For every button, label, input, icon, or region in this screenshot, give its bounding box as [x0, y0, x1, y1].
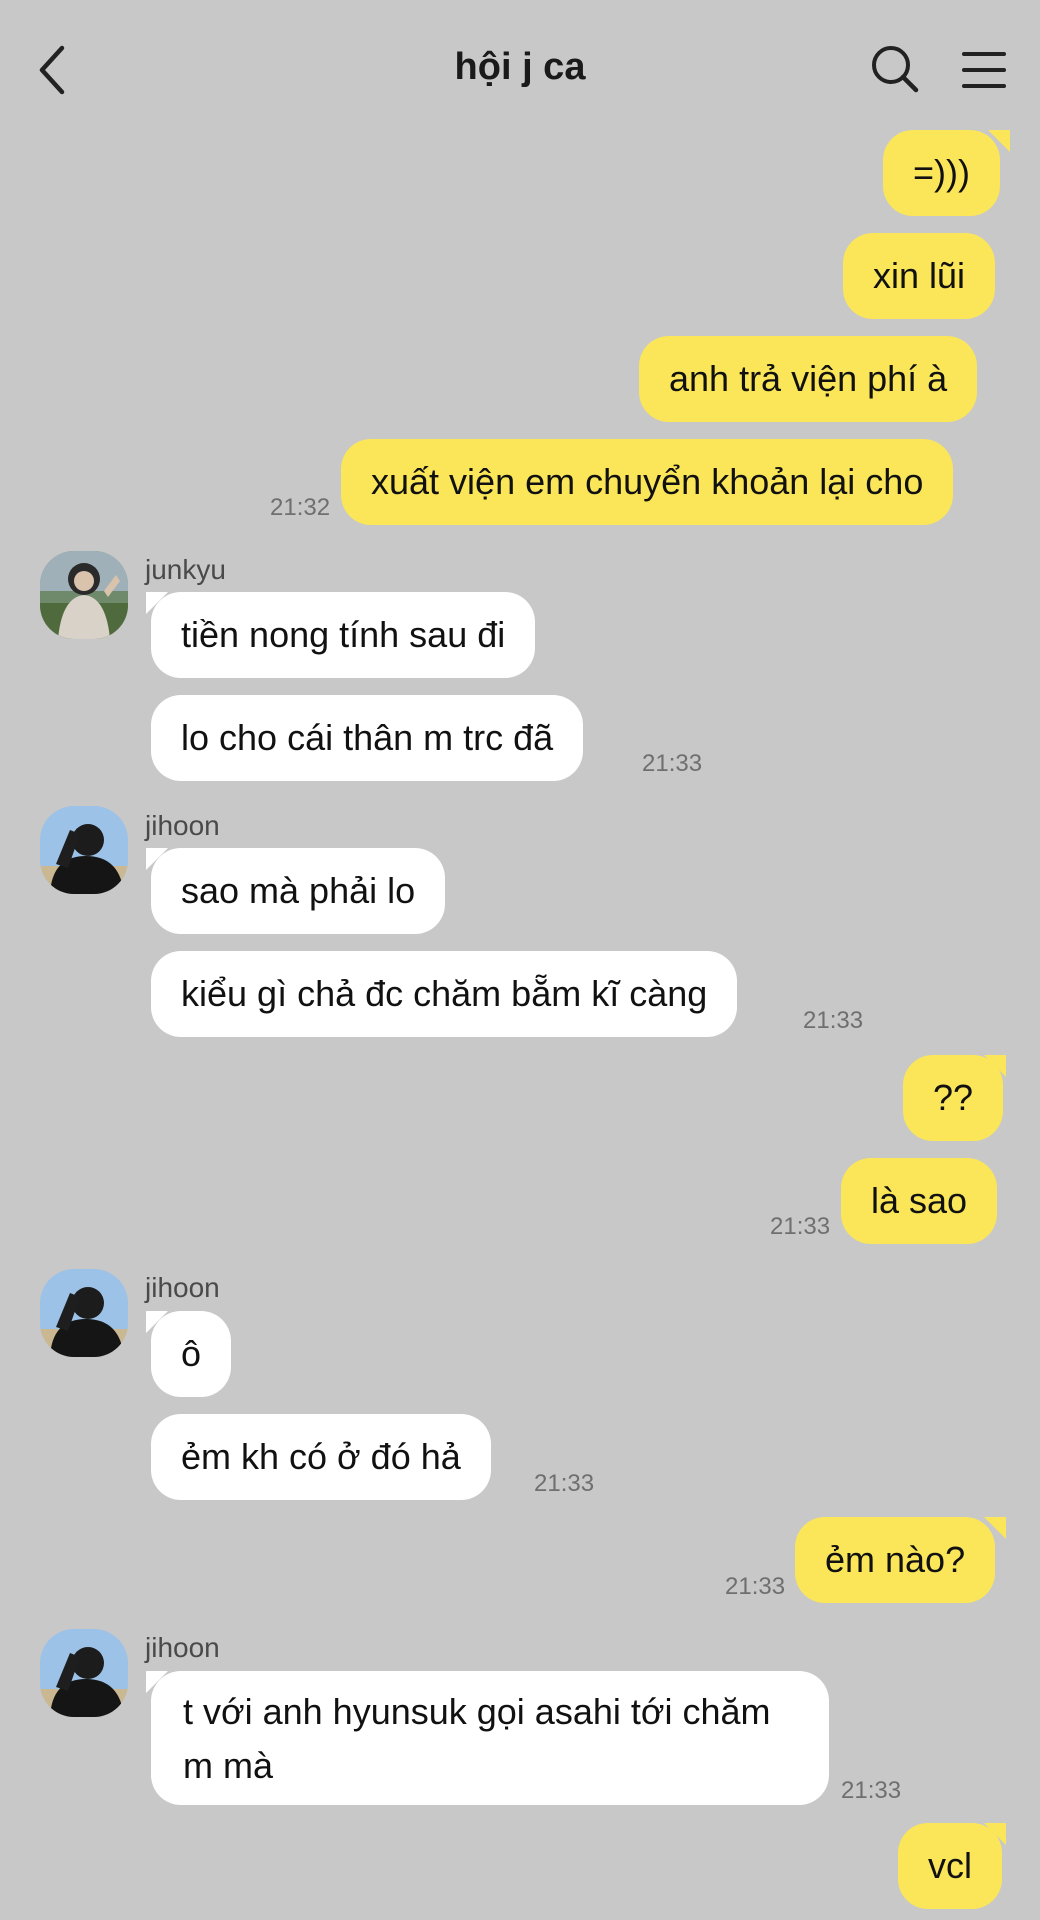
outgoing-message-bubble[interactable]: xin lũi [843, 233, 996, 319]
incoming-message-bubble[interactable]: t với anh hyunsuk gọi asahi tới chăm m m… [151, 1671, 829, 1805]
message-timestamp: 21:33 [841, 1777, 902, 1804]
outgoing-message-bubble[interactable]: ?? [903, 1055, 1004, 1141]
avatar-photo [40, 1269, 128, 1357]
incoming-message-bubble[interactable]: ẻm kh có ở đó hả [151, 1414, 491, 1500]
outgoing-message-bubble[interactable]: anh trả viện phí à [639, 336, 978, 422]
incoming-message-bubble[interactable]: kiểu gì chả đc chăm bẵm kĩ càng [151, 951, 738, 1037]
message-timestamp: 21:33 [770, 1213, 831, 1240]
chat-header: hội j ca [0, 0, 1040, 130]
outgoing-message-bubble[interactable]: vcl [898, 1823, 1002, 1909]
sender-name: jihoon [145, 1632, 220, 1663]
outgoing-message-bubble[interactable]: =))) [883, 130, 1000, 216]
avatar-jihoon[interactable] [40, 806, 128, 894]
sender-name: junkyu [145, 554, 226, 585]
chat-screen: hội j ca =))) xin lũi anh trả viện phí à… [0, 0, 1040, 1920]
avatar-photo [40, 1629, 128, 1717]
avatar-junkyu[interactable] [40, 551, 128, 639]
incoming-message-bubble[interactable]: ô [151, 1311, 232, 1397]
avatar-photo [40, 806, 128, 894]
menu-button[interactable] [962, 50, 1006, 90]
incoming-message-bubble[interactable]: sao mà phải lo [151, 848, 446, 934]
incoming-message-bubble[interactable]: tiền nong tính sau đi [151, 592, 536, 678]
outgoing-message-bubble[interactable]: xuất viện em chuyển khoản lại cho [341, 439, 954, 525]
outgoing-message-bubble[interactable]: là sao [841, 1158, 998, 1244]
message-timestamp: 21:33 [642, 750, 703, 777]
avatar-jihoon[interactable] [40, 1629, 128, 1717]
outgoing-message-bubble[interactable]: ẻm nào? [795, 1517, 996, 1603]
sender-name: jihoon [145, 810, 220, 841]
message-timestamp: 21:33 [803, 1007, 864, 1034]
avatar-photo [40, 551, 128, 639]
avatar-jihoon[interactable] [40, 1269, 128, 1357]
message-timestamp: 21:33 [534, 1470, 595, 1497]
search-button[interactable] [870, 44, 920, 94]
incoming-message-bubble[interactable]: lo cho cái thân m trc đã [151, 695, 584, 781]
sender-name: jihoon [145, 1272, 220, 1303]
hamburger-menu-icon [962, 52, 1006, 88]
message-timestamp: 21:33 [725, 1573, 786, 1600]
search-icon [872, 46, 919, 93]
message-timestamp: 21:32 [270, 494, 331, 521]
